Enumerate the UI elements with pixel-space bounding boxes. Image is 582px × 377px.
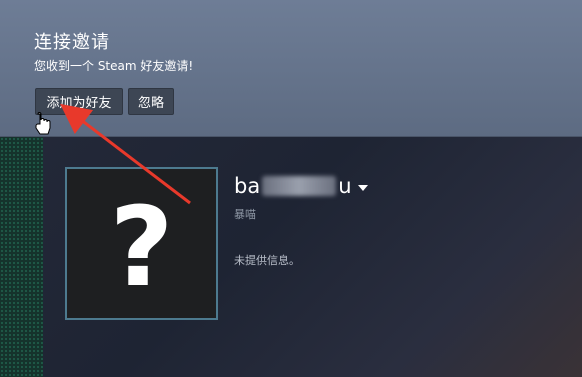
profile-subtitle: 暴喵 bbox=[234, 208, 256, 221]
ignore-button[interactable]: 忽略 bbox=[128, 88, 174, 115]
invite-message: 您收到一个 Steam 好友邀请! bbox=[34, 59, 194, 73]
profile-name[interactable]: ba u bbox=[234, 174, 368, 198]
profile-name-prefix: ba bbox=[234, 174, 261, 198]
profile-name-suffix: u bbox=[338, 174, 352, 198]
background-pattern bbox=[0, 137, 43, 377]
avatar: ? bbox=[65, 167, 218, 320]
profile-info: 未提供信息。 bbox=[234, 254, 300, 267]
redacted-name-blur bbox=[262, 176, 337, 196]
invite-banner: 连接邀请 您收到一个 Steam 好友邀请! 添加为好友 忽略 bbox=[0, 0, 582, 137]
chevron-down-icon[interactable] bbox=[357, 185, 368, 191]
hand-cursor-icon bbox=[35, 112, 51, 135]
add-friend-button[interactable]: 添加为好友 bbox=[35, 88, 123, 115]
question-mark-icon: ? bbox=[109, 182, 174, 311]
invite-title: 连接邀请 bbox=[34, 32, 110, 53]
